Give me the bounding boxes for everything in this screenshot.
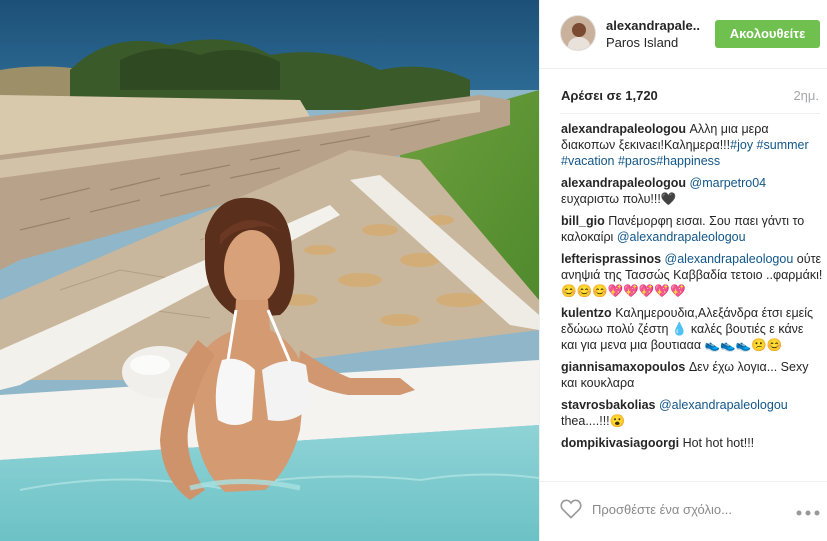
comment-footer <box>540 481 827 541</box>
comment-username[interactable]: alexandrapaleologou <box>561 176 686 190</box>
comment: kulentzo Καλημερουδια,Αλεξάνδρα έτσι εμε… <box>561 305 823 353</box>
comment: stavrosbakolias @alexandrapaleologou the… <box>561 397 823 429</box>
comment-mention[interactable]: @alexandrapaleologou <box>659 398 788 412</box>
avatar[interactable] <box>560 15 596 51</box>
likes-count[interactable]: Αρέσει σε 1,720 <box>561 88 658 103</box>
comment-username[interactable]: stavrosbakolias <box>561 398 656 412</box>
comment: dompikivasiagoorgi Hot hot hot!!! <box>561 435 823 451</box>
comment-username[interactable]: lefterisprassinos <box>561 252 661 266</box>
post-header: alexandrapale.. Paros Island Ακολουθείτε <box>540 0 827 69</box>
divider <box>560 113 820 114</box>
comment-text: thea....!!!😮 <box>561 414 626 428</box>
comment-input[interactable] <box>592 498 762 520</box>
instagram-post-modal: alexandrapale.. Paros Island Ακολουθείτε… <box>0 0 827 541</box>
comment: alexandrapaleologou Αλλη μια μερα διακοπ… <box>561 121 823 169</box>
more-options-icon[interactable] <box>796 510 820 516</box>
post-username[interactable]: alexandrapale.. <box>606 18 700 33</box>
comment-username[interactable]: alexandrapaleologou <box>561 122 686 136</box>
avatar-image <box>561 16 595 50</box>
photo-illustration <box>0 0 539 541</box>
comment: giannisamaxopoulos Δεν έχω λογια... Sexy… <box>561 359 823 391</box>
comment-username[interactable]: kulentzo <box>561 306 612 320</box>
comment-mention[interactable]: @alexandrapaleologou <box>617 230 746 244</box>
comment-mention[interactable]: @alexandrapaleologou <box>665 252 794 266</box>
comment-username[interactable]: giannisamaxopoulos <box>561 360 685 374</box>
post-sidebar: alexandrapale.. Paros Island Ακολουθείτε… <box>539 0 827 541</box>
post-location[interactable]: Paros Island <box>606 35 678 50</box>
comment-text: Hot hot hot!!! <box>682 436 755 450</box>
post-photo[interactable] <box>0 0 539 541</box>
comment-text: ευχαριστω πολυ!!!🖤 <box>561 192 677 206</box>
comments-list[interactable]: alexandrapaleologou Αλλη μια μερα διακοπ… <box>561 121 823 481</box>
comment-username[interactable]: bill_gio <box>561 214 605 228</box>
comment: bill_gio Πανέμορφη εισαι. Σου παει γάντι… <box>561 213 823 245</box>
heart-outline-icon[interactable] <box>560 499 582 519</box>
comment: lefterisprassinos @alexandrapaleologou ο… <box>561 251 823 299</box>
comment: alexandrapaleologou @marpetro04 ευχαριστ… <box>561 175 823 207</box>
comment-mention[interactable]: @marpetro04 <box>690 176 767 190</box>
post-timestamp[interactable]: 2ημ. <box>793 88 819 103</box>
follow-button[interactable]: Ακολουθείτε <box>715 20 820 48</box>
comment-username[interactable]: dompikivasiagoorgi <box>561 436 679 450</box>
